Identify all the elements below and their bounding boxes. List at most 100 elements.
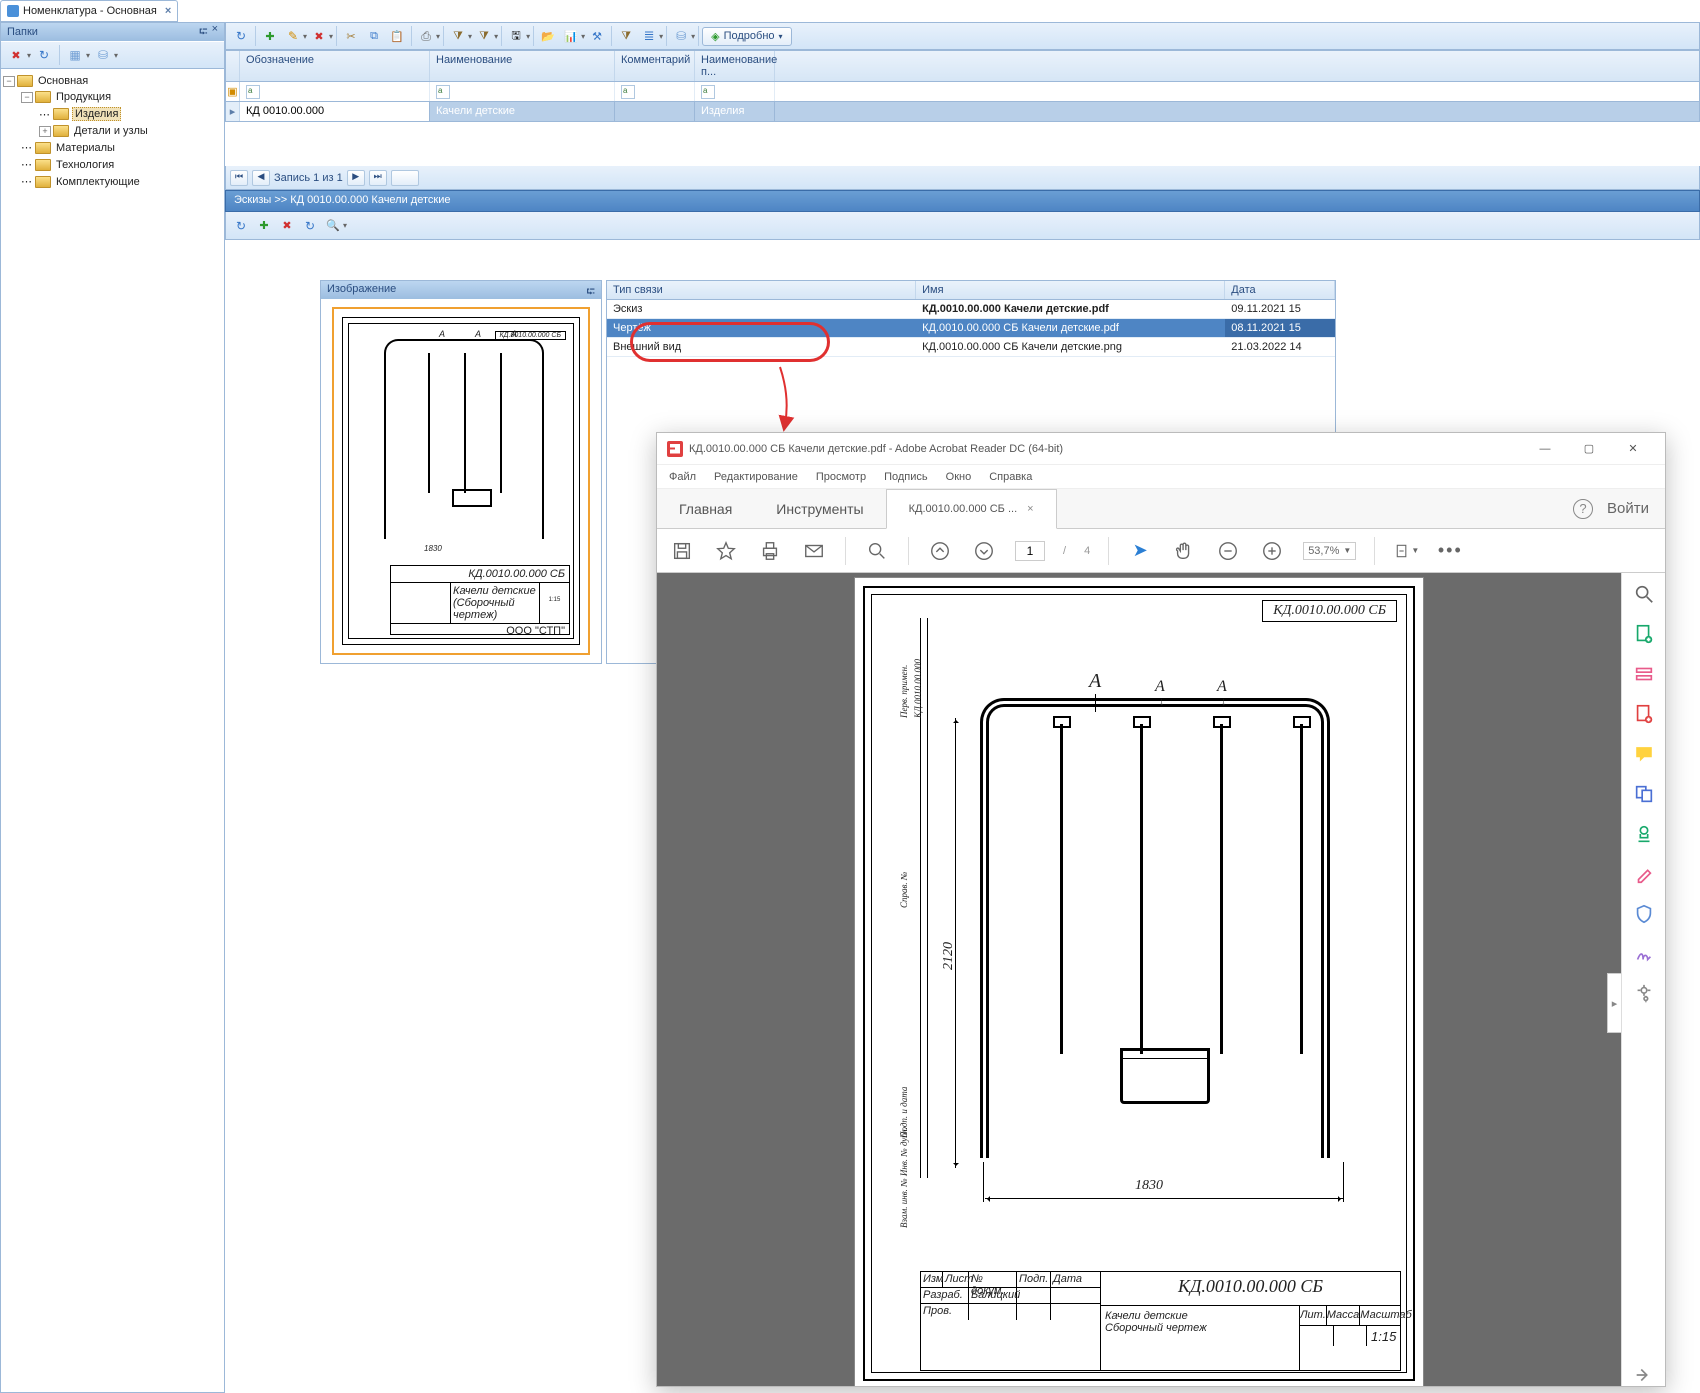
- tree-node[interactable]: ⋯Материалы: [3, 139, 222, 156]
- delete-button[interactable]: [5, 44, 27, 66]
- page-up-icon[interactable]: [927, 538, 953, 564]
- table-row[interactable]: ЧертёжКД.0010.00.000 СБ Качели детские.p…: [607, 319, 1335, 338]
- filter-cell[interactable]: [430, 82, 615, 101]
- config-button[interactable]: [586, 25, 608, 47]
- paste-button[interactable]: [386, 25, 408, 47]
- zoom-in-icon[interactable]: [1259, 538, 1285, 564]
- star-icon[interactable]: [713, 538, 739, 564]
- zoom-button[interactable]: 🔍: [322, 215, 344, 237]
- zoom-out-icon[interactable]: [1215, 538, 1241, 564]
- page-button[interactable]: [391, 170, 419, 186]
- sign-icon[interactable]: [1633, 943, 1655, 965]
- expand-icon[interactable]: [1633, 1364, 1655, 1386]
- more-icon[interactable]: •••: [1437, 538, 1463, 564]
- tab-tools[interactable]: Инструменты: [754, 489, 885, 528]
- menu-item[interactable]: Справка: [989, 471, 1032, 483]
- last-button[interactable]: ⏭: [369, 170, 387, 186]
- create-pdf-icon[interactable]: [1633, 703, 1655, 725]
- col-header[interactable]: Тип связи: [607, 281, 916, 299]
- col-header[interactable]: Наименование: [430, 51, 615, 81]
- highlight-icon[interactable]: [1633, 863, 1655, 885]
- sync-button[interactable]: [299, 215, 321, 237]
- tree-node[interactable]: −Основная: [3, 73, 222, 89]
- zoom-dropdown[interactable]: 53,7%▼: [1303, 542, 1356, 560]
- close-icon[interactable]: ×: [212, 23, 218, 42]
- add-button[interactable]: [259, 25, 281, 47]
- search-icon[interactable]: [1633, 583, 1655, 605]
- page-down-icon[interactable]: [971, 538, 997, 564]
- minimize-button[interactable]: ―: [1523, 434, 1567, 464]
- search-icon[interactable]: [864, 538, 890, 564]
- tab-document[interactable]: КД.0010.00.000 СБ ...×: [886, 489, 1057, 529]
- pdf-titlebar[interactable]: КД.0010.00.000 СБ Качели детские.pdf - A…: [657, 433, 1665, 465]
- close-icon[interactable]: ×: [165, 5, 171, 17]
- delete-button[interactable]: [308, 25, 330, 47]
- comment-icon[interactable]: [1633, 743, 1655, 765]
- collapse-handle[interactable]: ▸: [1607, 973, 1621, 1033]
- filter3-button[interactable]: [615, 25, 637, 47]
- hand-icon[interactable]: [1171, 538, 1197, 564]
- thumbnail[interactable]: КД.0010.00.000 СБ А А А 1830 КД.0010.00.…: [332, 307, 590, 655]
- refresh-button[interactable]: [230, 215, 252, 237]
- filter-button[interactable]: [447, 25, 469, 47]
- col-header[interactable]: Обозначение: [240, 51, 430, 81]
- refresh-button[interactable]: [33, 44, 55, 66]
- open-button[interactable]: [537, 25, 559, 47]
- col-header[interactable]: Комментарий: [615, 51, 695, 81]
- db-button[interactable]: [670, 25, 692, 47]
- export-pdf-icon[interactable]: [1633, 623, 1655, 645]
- menu-item[interactable]: Подпись: [884, 471, 928, 483]
- filter-cell[interactable]: [240, 82, 430, 101]
- details-button[interactable]: Подробно▾: [702, 27, 791, 46]
- combine-icon[interactable]: [1633, 783, 1655, 805]
- print-icon[interactable]: [757, 538, 783, 564]
- pdf-viewport[interactable]: КД.0010.00.000 СБ Перв. примен. КД.0010.…: [657, 573, 1621, 1386]
- pin-icon[interactable]: ⮓: [199, 23, 208, 42]
- tree-node[interactable]: ⋯Комплектующие: [3, 173, 222, 190]
- menu-item[interactable]: Редактирование: [714, 471, 798, 483]
- page-input[interactable]: [1015, 541, 1045, 561]
- export-button[interactable]: [505, 25, 527, 47]
- filter-cell[interactable]: [695, 82, 775, 101]
- save-icon[interactable]: [669, 538, 695, 564]
- fit-icon[interactable]: ▼: [1393, 538, 1419, 564]
- tree-node[interactable]: ⋯Технология: [3, 156, 222, 173]
- chart-button[interactable]: [560, 25, 582, 47]
- print-button[interactable]: [415, 25, 437, 47]
- menu-item[interactable]: Окно: [946, 471, 972, 483]
- col-header[interactable]: Имя: [916, 281, 1225, 299]
- pin-icon[interactable]: ⮓: [587, 283, 596, 297]
- table-row[interactable]: Внешний видКД.0010.00.000 СБ Качели детс…: [607, 338, 1335, 357]
- stamp-icon[interactable]: [1633, 823, 1655, 845]
- tree-node[interactable]: ⋯Изделия: [3, 105, 222, 123]
- help-icon[interactable]: ?: [1573, 499, 1593, 519]
- close-button[interactable]: ✕: [1611, 434, 1655, 464]
- first-button[interactable]: ⏮: [230, 170, 248, 186]
- filter-cell[interactable]: [615, 82, 695, 101]
- close-icon[interactable]: ×: [1027, 503, 1033, 515]
- table-row[interactable]: ▸ КД 0010.00.000 Качели детские Изделия: [226, 102, 1699, 121]
- protect-icon[interactable]: [1633, 903, 1655, 925]
- app-tab[interactable]: Номенклатура - Основная ×: [0, 0, 178, 22]
- prev-button[interactable]: ◀: [252, 170, 270, 186]
- copy-button[interactable]: [363, 25, 385, 47]
- maximize-button[interactable]: ▢: [1567, 434, 1611, 464]
- tab-home[interactable]: Главная: [657, 489, 754, 528]
- cut-button[interactable]: [340, 25, 362, 47]
- table-row[interactable]: ЭскизКД.0010.00.000 Качели детские.pdf09…: [607, 300, 1335, 319]
- next-button[interactable]: ▶: [347, 170, 365, 186]
- delete-button[interactable]: [276, 215, 298, 237]
- menu-item[interactable]: Файл: [669, 471, 696, 483]
- more-tools-icon[interactable]: [1633, 983, 1655, 1005]
- mail-icon[interactable]: [801, 538, 827, 564]
- col-header[interactable]: Наименование п...: [695, 51, 775, 81]
- tree-node[interactable]: −Продукция: [3, 89, 222, 105]
- filter2-button[interactable]: [473, 25, 495, 47]
- new-button[interactable]: [64, 44, 86, 66]
- login-button[interactable]: Войти: [1607, 500, 1649, 517]
- edit-button[interactable]: [282, 25, 304, 47]
- pointer-icon[interactable]: ➤: [1127, 538, 1153, 564]
- edit-pdf-icon[interactable]: [1633, 663, 1655, 685]
- add-button[interactable]: [253, 215, 275, 237]
- menu-item[interactable]: Просмотр: [816, 471, 866, 483]
